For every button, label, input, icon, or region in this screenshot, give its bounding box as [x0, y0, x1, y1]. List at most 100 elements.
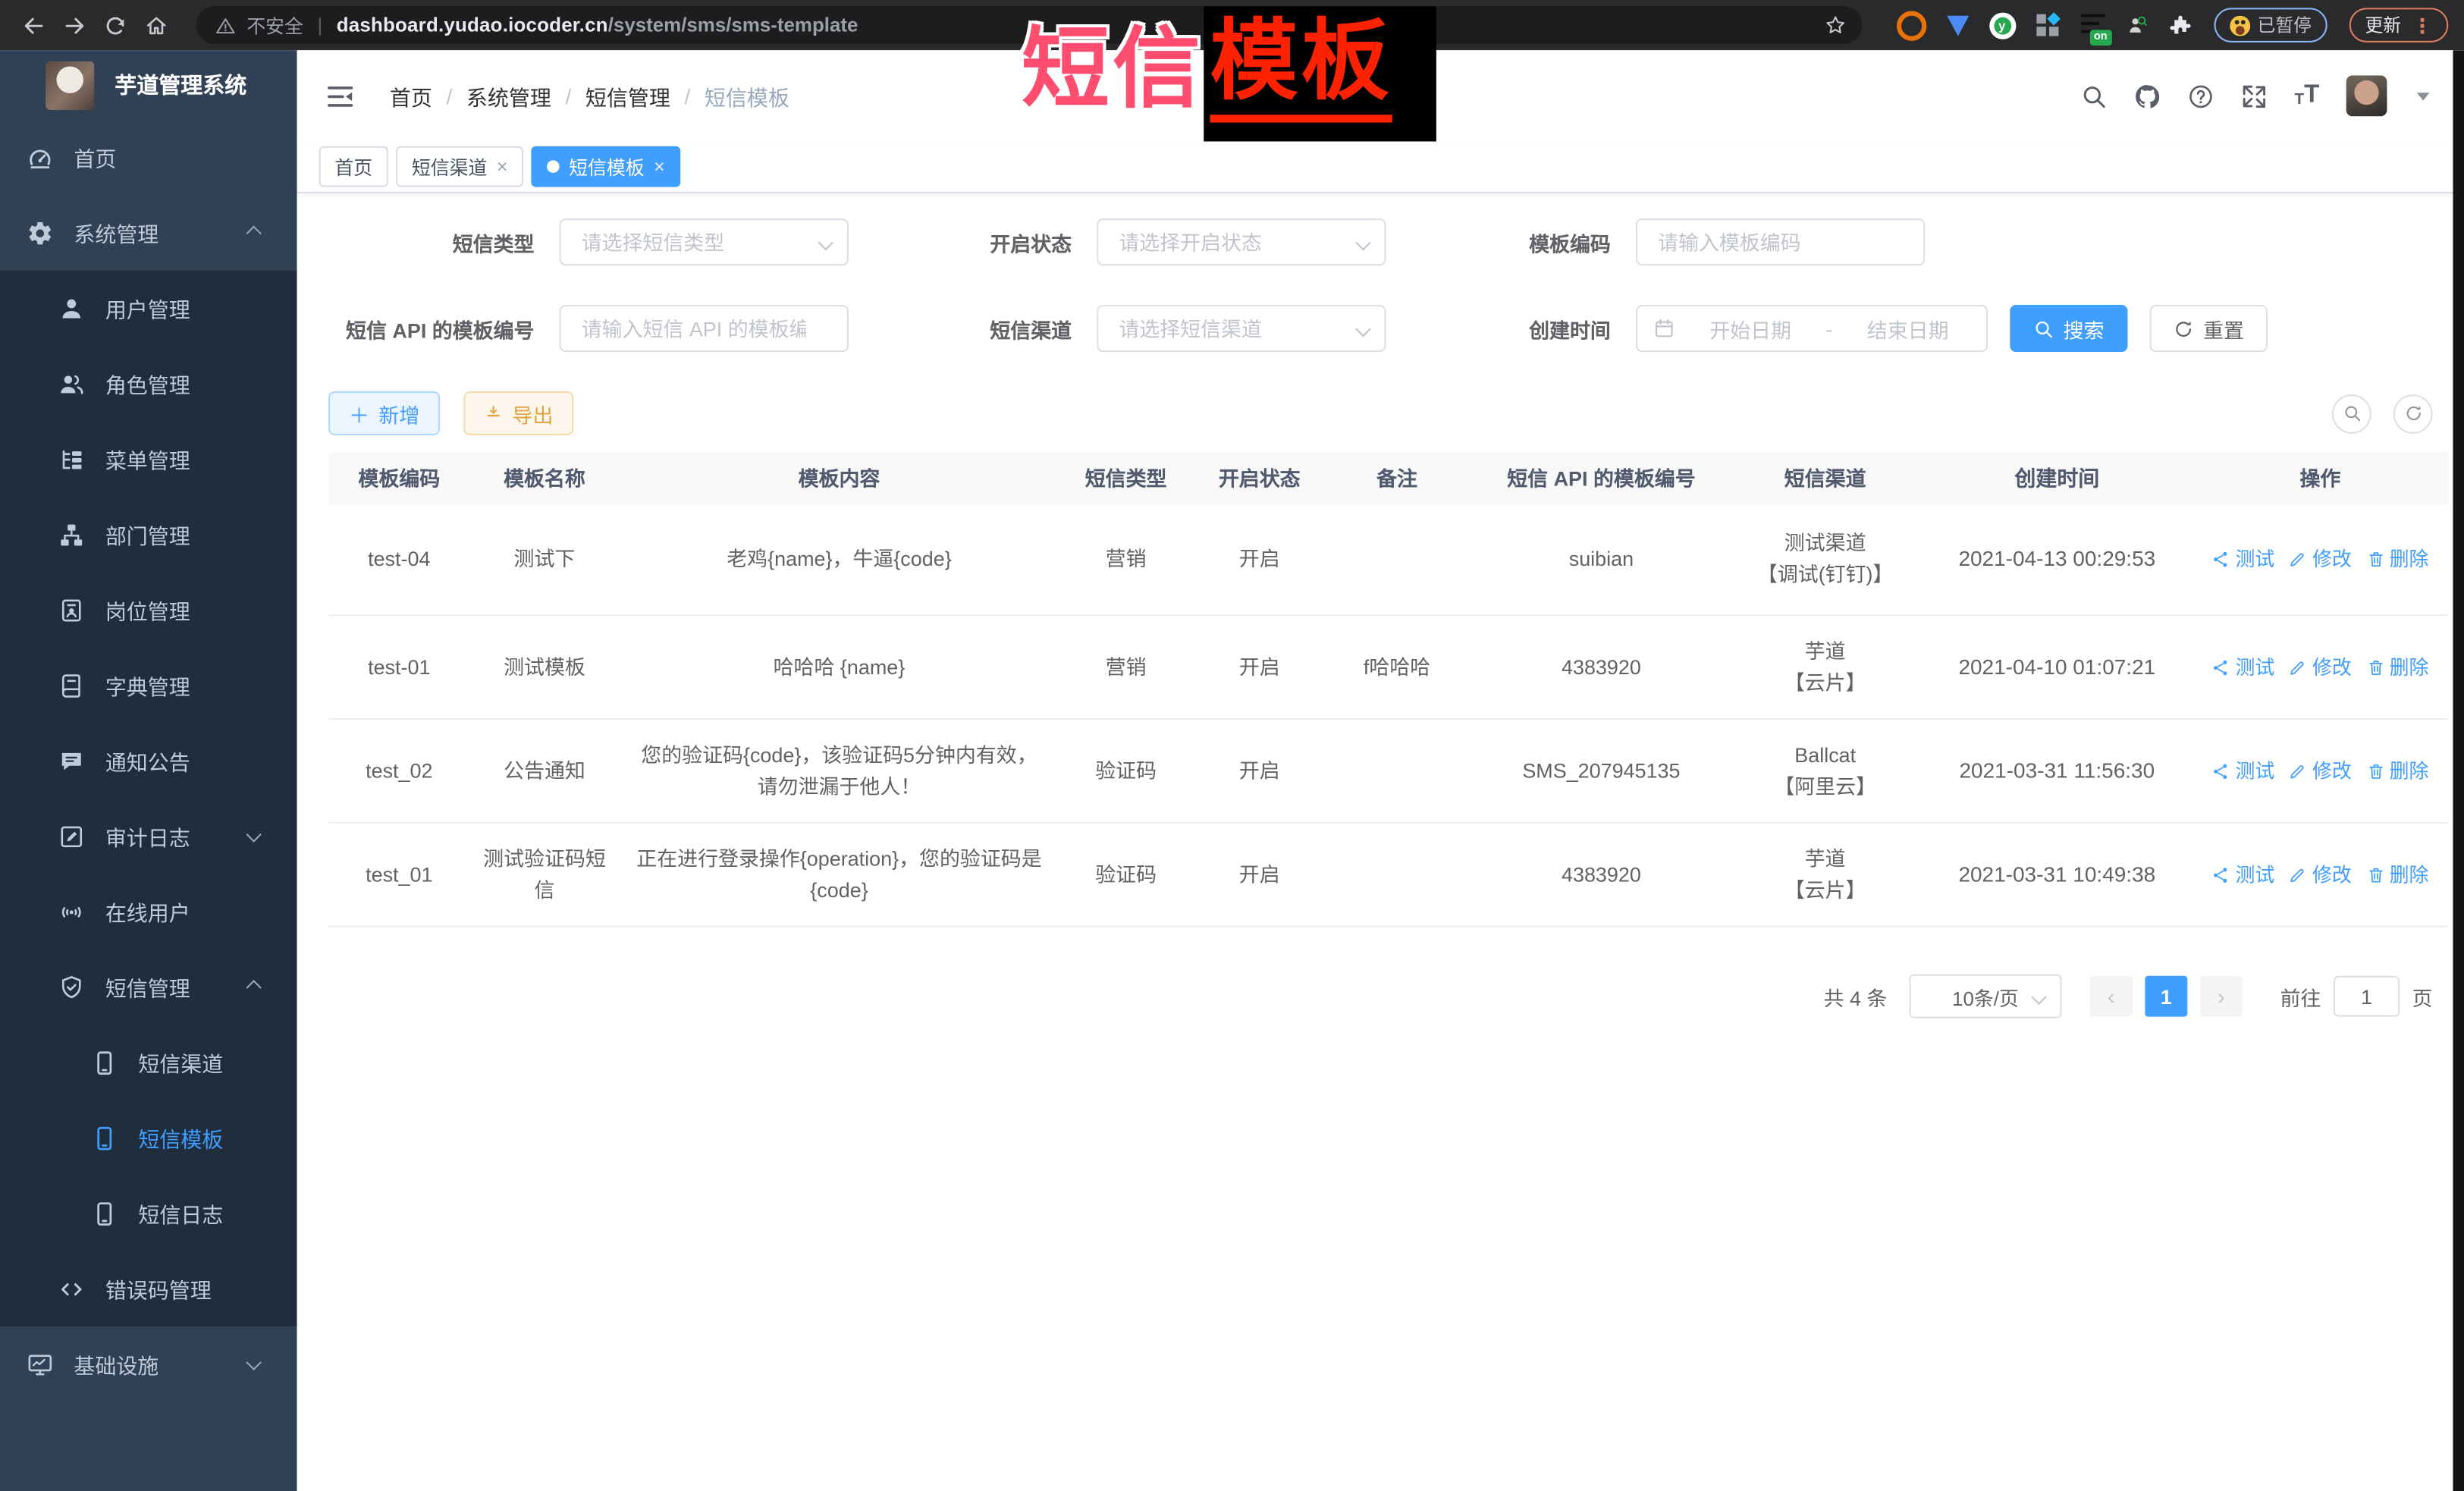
extension-grid-icon[interactable] — [2036, 14, 2059, 37]
reload-icon[interactable] — [104, 14, 127, 37]
forward-icon[interactable] — [63, 14, 86, 37]
user-avatar[interactable] — [2346, 75, 2387, 116]
help-icon[interactable] — [2188, 83, 2214, 109]
paused-badge-label: 已暂停 — [2258, 13, 2312, 38]
table-row[interactable]: test_02 公告通知 您的验证码{code}，该验证码5分钟内有效，请勿泄漏… — [328, 720, 2448, 824]
template-code-input[interactable] — [1655, 228, 1886, 255]
filter-sms-type: 短信类型 — [328, 218, 849, 265]
add-button[interactable]: ＋ 新增 — [328, 391, 440, 435]
delete-link[interactable]: 删除 — [2366, 755, 2429, 786]
delete-link[interactable]: 删除 — [2366, 544, 2429, 575]
app-logo[interactable]: 芋道管理系统 — [0, 50, 297, 119]
sidebar-item-roles[interactable]: 角色管理 — [0, 346, 297, 421]
sidebar-item-infrastructure[interactable]: 基础设施 — [0, 1326, 297, 1402]
extension-y-icon[interactable]: y — [1988, 12, 2015, 39]
sidebar-item-sms-channel[interactable]: 短信渠道 — [0, 1025, 297, 1100]
edit-link[interactable]: 修改 — [2289, 755, 2352, 786]
edit-link[interactable]: 修改 — [2289, 544, 2352, 575]
status-input[interactable] — [1116, 228, 1347, 255]
sidebar-item-error-codes[interactable]: 错误码管理 — [0, 1251, 297, 1326]
home-icon[interactable] — [145, 14, 168, 37]
template-code-field[interactable] — [1636, 218, 1925, 265]
date-start-placeholder[interactable]: 开始日期 — [1687, 313, 1813, 343]
sidebar-item-label: 通知公告 — [105, 745, 190, 776]
chevron-down-icon — [1355, 322, 1371, 337]
channel-select[interactable] — [1097, 305, 1386, 352]
url-domain: dashboard.yudao.iocoder.cn — [337, 14, 608, 36]
sms-type-label: 短信类型 — [328, 227, 534, 256]
status-select[interactable] — [1097, 218, 1386, 265]
font-size-icon[interactable]: TT — [2294, 83, 2319, 108]
test-link[interactable]: 测试 — [2211, 859, 2274, 890]
table-row[interactable]: test-01 测试模板 哈哈哈 {name} 营销 开启 f哈哈哈 43839… — [328, 616, 2448, 720]
cell-api-code: suibian — [1467, 535, 1734, 585]
delete-link[interactable]: 删除 — [2366, 651, 2429, 683]
channel-input[interactable] — [1116, 315, 1347, 341]
sidebar-item-audit-log[interactable]: 审计日志 — [0, 799, 297, 874]
date-end-placeholder[interactable]: 结束日期 — [1845, 313, 1970, 343]
close-icon[interactable]: × — [654, 157, 665, 176]
tab-sms-channel[interactable]: 短信渠道 × — [396, 146, 523, 187]
extension-person-search-icon[interactable] — [2125, 14, 2147, 36]
goto-page-input[interactable] — [2334, 976, 2400, 1017]
sidebar-item-notices[interactable]: 通知公告 — [0, 723, 297, 798]
reset-button[interactable]: 重置 — [2150, 305, 2268, 352]
prev-page-button[interactable]: ‹ — [2090, 976, 2133, 1017]
sms-type-select[interactable] — [560, 218, 849, 265]
sidebar-item-users[interactable]: 用户管理 — [0, 270, 297, 345]
search-button[interactable]: 搜索 — [2010, 305, 2127, 352]
sidebar-item-posts[interactable]: 岗位管理 — [0, 572, 297, 647]
tab-home[interactable]: 首页 — [319, 146, 388, 187]
update-badge[interactable]: 更新 ⋮ — [2349, 8, 2449, 42]
test-link[interactable]: 测试 — [2211, 651, 2274, 683]
current-page[interactable]: 1 — [2145, 976, 2187, 1017]
sidebar: 芋道管理系统 首页 系统管理 用户管理 角色管理 — [0, 50, 297, 1491]
extension-list-icon[interactable]: on — [2079, 14, 2105, 37]
sidebar-item-sms[interactable]: 短信管理 — [0, 950, 297, 1025]
sidebar-item-dictionary[interactable]: 字典管理 — [0, 648, 297, 723]
sidebar-item-system[interactable]: 系统管理 — [0, 195, 297, 270]
avatar-caret-icon[interactable] — [2417, 92, 2430, 99]
fullscreen-icon[interactable] — [2241, 83, 2268, 109]
extension-ring-icon[interactable] — [1896, 10, 1926, 39]
tab-sms-template[interactable]: 短信模板 × — [531, 146, 680, 187]
breadcrumb-sms[interactable]: 短信管理 — [585, 80, 670, 111]
search-icon[interactable] — [2081, 83, 2108, 109]
date-range-picker[interactable]: 开始日期 - 结束日期 — [1636, 305, 1988, 352]
sidebar-item-sms-template[interactable]: 短信模板 — [0, 1100, 297, 1175]
back-icon[interactable] — [22, 14, 46, 37]
breadcrumb-home[interactable]: 首页 — [390, 80, 432, 111]
test-link[interactable]: 测试 — [2211, 544, 2274, 575]
bookmark-star-icon[interactable] — [1824, 14, 1846, 36]
sidebar-item-online-users[interactable]: 在线用户 — [0, 874, 297, 949]
close-icon[interactable]: × — [497, 157, 508, 176]
github-icon[interactable] — [2134, 83, 2161, 109]
breadcrumb-system[interactable]: 系统管理 — [466, 80, 551, 111]
extension-gem-icon[interactable] — [1946, 15, 1968, 36]
edit-link[interactable]: 修改 — [2289, 651, 2352, 683]
table-row[interactable]: test_01 测试验证码短信 正在进行登录操作{operation}，您的验证… — [328, 824, 2448, 928]
table-row[interactable]: test-04 测试下 老鸡{name}，牛逼{code} 营销 开启 suib… — [328, 504, 2448, 616]
edit-link[interactable]: 修改 — [2289, 859, 2352, 890]
next-page-button[interactable]: › — [2200, 976, 2243, 1017]
export-button[interactable]: 导出 — [463, 391, 573, 435]
toggle-search-button[interactable] — [2332, 394, 2371, 433]
breadcrumb-separator: / — [684, 84, 690, 108]
sidebar-item-departments[interactable]: 部门管理 — [0, 497, 297, 572]
window-scrollbar-strip[interactable] — [2453, 50, 2464, 1491]
api-code-input[interactable] — [579, 315, 810, 341]
refresh-table-button[interactable] — [2393, 394, 2433, 433]
extensions-puzzle-icon[interactable] — [2167, 14, 2191, 37]
sidebar-toggle-icon[interactable] — [325, 81, 355, 111]
sidebar-item-sms-log[interactable]: 短信日志 — [0, 1176, 297, 1251]
sidebar-item-home[interactable]: 首页 — [0, 119, 297, 194]
test-link[interactable]: 测试 — [2211, 755, 2274, 786]
api-code-field[interactable] — [560, 305, 849, 352]
paused-badge[interactable]: 已暂停 — [2214, 8, 2327, 42]
address-bar[interactable]: 不安全 | dashboard.yudao.iocoder.cn/system/… — [196, 6, 1861, 44]
delete-link[interactable]: 删除 — [2366, 859, 2429, 890]
page-size-select[interactable]: 10条/页 — [1910, 975, 2062, 1019]
sms-type-input[interactable] — [579, 228, 810, 255]
sidebar-item-menus[interactable]: 菜单管理 — [0, 421, 297, 496]
browser-menu-icon[interactable]: ⋮ — [2412, 15, 2433, 36]
